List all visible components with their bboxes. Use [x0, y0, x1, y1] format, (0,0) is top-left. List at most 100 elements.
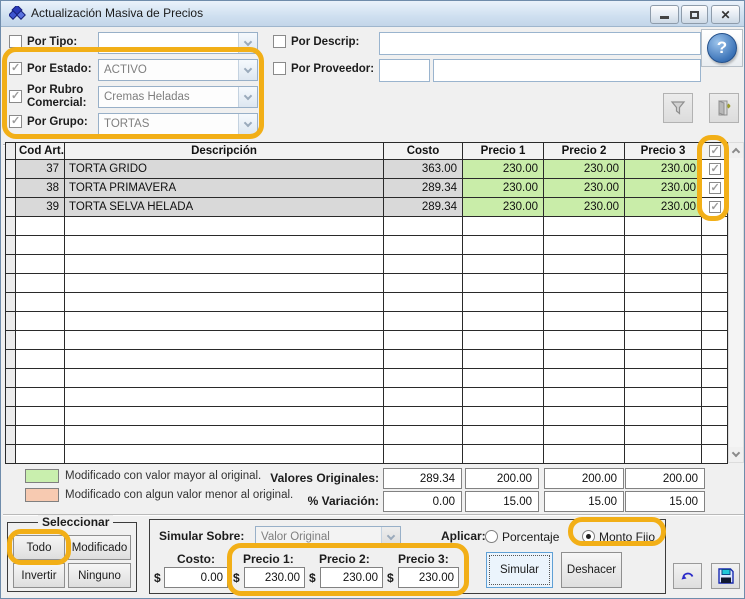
table-row-empty[interactable]: [6, 331, 728, 350]
table-row-empty[interactable]: [6, 350, 728, 369]
save-button[interactable]: [711, 563, 740, 589]
por-tipo-dropdown[interactable]: [98, 32, 258, 54]
variacion-precio-2: 15.00: [544, 491, 624, 512]
modificado-button[interactable]: Modificado: [68, 535, 131, 560]
row-checkbox-cell[interactable]: [702, 426, 728, 445]
original-precio-3: 200.00: [625, 468, 705, 489]
precio3-input[interactable]: 230.00: [398, 567, 459, 588]
exit-button[interactable]: [709, 93, 739, 123]
row-checkbox-cell[interactable]: [702, 198, 728, 217]
porcentaje-radio[interactable]: [485, 530, 498, 543]
table-row-empty[interactable]: [6, 445, 728, 464]
select-all-checkbox[interactable]: [709, 145, 721, 157]
scroll-down-button[interactable]: [729, 447, 743, 462]
row-checkbox-cell[interactable]: [702, 331, 728, 350]
por-estado-dropdown[interactable]: ACTIVO: [98, 59, 258, 81]
col-precio-1[interactable]: Precio 1: [463, 143, 544, 160]
close-icon: ✕: [720, 8, 730, 22]
row-checkbox-cell[interactable]: [702, 369, 728, 388]
por-descrip-label: Por Descrip:: [291, 36, 359, 49]
row-checkbox-cell[interactable]: [702, 312, 728, 331]
row-checkbox-cell[interactable]: [702, 236, 728, 255]
help-button[interactable]: ?: [701, 29, 743, 67]
simular-sobre-dropdown-button[interactable]: [381, 527, 400, 547]
col-precio-2[interactable]: Precio 2: [544, 143, 625, 160]
precio2-input[interactable]: 230.00: [320, 567, 383, 588]
row-checkbox-cell[interactable]: [702, 445, 728, 464]
simular-sobre-dropdown[interactable]: Valor Original: [255, 526, 401, 548]
invertir-button[interactable]: Invertir: [13, 563, 65, 588]
original-costo: 289.34: [383, 468, 462, 489]
table-row[interactable]: 38TORTA PRIMAVERA289.34230.00230.00230.0…: [6, 179, 728, 198]
por-grupo-value: TORTAS: [104, 118, 149, 130]
table-row-empty[interactable]: [6, 312, 728, 331]
row-checkbox-cell[interactable]: [702, 255, 728, 274]
select-all-cell[interactable]: [702, 143, 728, 160]
simular-button[interactable]: Simular: [486, 552, 553, 588]
por-rubro-dropdown[interactable]: Cremas Heladas: [98, 86, 258, 108]
por-estado-checkbox[interactable]: [9, 62, 22, 75]
por-descrip-input[interactable]: [379, 32, 701, 55]
window-title: Actualización Masiva de Precios: [31, 6, 203, 20]
scroll-up-button[interactable]: [729, 143, 743, 158]
row-checkbox-cell[interactable]: [702, 179, 728, 198]
por-proveedor-checkbox[interactable]: [273, 62, 286, 75]
close-button[interactable]: ✕: [711, 5, 740, 24]
maximize-button[interactable]: [681, 5, 708, 24]
table-row-empty[interactable]: [6, 388, 728, 407]
price-table-body: 37TORTA GRIDO363.00230.00230.00230.0038T…: [6, 160, 728, 464]
funnel-icon: [670, 101, 686, 116]
exit-door-icon: [716, 100, 733, 116]
ninguno-button[interactable]: Ninguno: [68, 563, 131, 588]
por-grupo-dropdown[interactable]: TORTAS: [98, 113, 258, 135]
row-checkbox-cell[interactable]: [702, 293, 728, 312]
por-rubro-checkbox[interactable]: [9, 90, 22, 103]
row-checkbox-cell[interactable]: [702, 160, 728, 179]
help-icon: ?: [707, 33, 737, 63]
por-grupo-checkbox[interactable]: [9, 115, 22, 128]
monto-fijo-radio[interactable]: [582, 530, 595, 543]
precio2-input-label: Precio 2:: [319, 552, 370, 566]
undo-button[interactable]: [673, 563, 702, 589]
table-row-empty[interactable]: [6, 293, 728, 312]
por-proveedor-name-input[interactable]: [433, 59, 701, 82]
por-estado-dropdown-button[interactable]: [238, 60, 257, 80]
precio1-input[interactable]: 230.00: [244, 567, 305, 588]
por-descrip-checkbox[interactable]: [273, 35, 286, 48]
por-rubro-value: Cremas Heladas: [104, 91, 190, 103]
col-costo[interactable]: Costo: [384, 143, 463, 160]
por-tipo-checkbox[interactable]: [9, 35, 22, 48]
deshacer-button[interactable]: Deshacer: [561, 552, 622, 588]
por-tipo-dropdown-button[interactable]: [238, 33, 257, 53]
table-row-empty[interactable]: [6, 407, 728, 426]
row-checkbox-cell[interactable]: [702, 350, 728, 369]
table-row-empty[interactable]: [6, 217, 728, 236]
costo-input[interactable]: 0.00: [164, 567, 228, 588]
row-checkbox-cell[interactable]: [702, 274, 728, 293]
table-row-empty[interactable]: [6, 255, 728, 274]
table-scrollbar[interactable]: [728, 142, 744, 463]
filter-button[interactable]: [663, 93, 693, 123]
row-checkbox-cell[interactable]: [702, 407, 728, 426]
title-bar[interactable]: Actualización Masiva de Precios ✕: [1, 1, 744, 27]
por-rubro-dropdown-button[interactable]: [238, 87, 257, 107]
row-checkbox-cell[interactable]: [702, 388, 728, 407]
costo-currency: $: [154, 571, 161, 585]
todo-button[interactable]: Todo: [13, 535, 65, 560]
table-row[interactable]: 39TORTA SELVA HELADA289.34230.00230.0023…: [6, 198, 728, 217]
col-cod-art[interactable]: Cod Art.: [16, 143, 65, 160]
table-row-empty[interactable]: [6, 426, 728, 445]
minimize-button[interactable]: [650, 5, 679, 24]
table-row-empty[interactable]: [6, 369, 728, 388]
col-precio-3[interactable]: Precio 3: [625, 143, 702, 160]
row-checkbox-cell[interactable]: [702, 217, 728, 236]
col-descripcion[interactable]: Descripción: [65, 143, 384, 160]
por-proveedor-code-input[interactable]: [379, 59, 430, 82]
row-checkbox[interactable]: [709, 163, 721, 175]
row-checkbox[interactable]: [709, 201, 721, 213]
table-row[interactable]: 37TORTA GRIDO363.00230.00230.00230.00: [6, 160, 728, 179]
table-row-empty[interactable]: [6, 236, 728, 255]
por-grupo-dropdown-button[interactable]: [238, 114, 257, 134]
row-checkbox[interactable]: [709, 182, 721, 194]
table-row-empty[interactable]: [6, 274, 728, 293]
